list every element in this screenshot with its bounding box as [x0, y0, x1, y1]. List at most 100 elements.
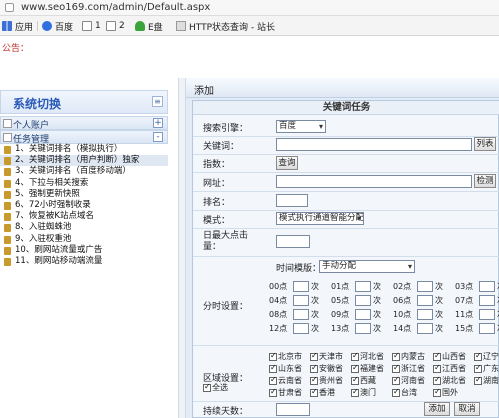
bookmark-2[interactable]: 2	[106, 19, 125, 33]
hour-label: 02点	[393, 281, 412, 291]
task-label: 2、关键词排名（用户判断）独家	[15, 155, 140, 166]
mode-label: 模式：	[203, 216, 231, 226]
region-checkbox-grid: 北京市 天津市 河北省 内蒙古 山西省 辽宁省山东省 安徽省 福建省 浙江省 江西省 广东省云南省 贵…	[269, 351, 499, 405]
submit-button[interactable]: 添加	[424, 402, 450, 416]
folder-icon	[3, 133, 12, 142]
region-checkbox[interactable]: 河南省	[392, 375, 425, 386]
region-checkbox[interactable]: 福建省	[351, 363, 384, 374]
panel-splitter[interactable]	[178, 78, 186, 418]
region-label: 天津市	[319, 352, 343, 361]
sidebar-group-tasks[interactable]: 任务管理 -	[0, 130, 168, 145]
checkbox-icon	[310, 387, 318, 397]
region-checkbox[interactable]: 山西省	[433, 351, 466, 362]
region-label: 云南省	[278, 376, 302, 385]
sidebar-item-task-7[interactable]: 7、恢复被K站点域名	[0, 211, 168, 222]
sidebar-item-task-3[interactable]: 3、关键词排名（百度移动端）	[0, 166, 168, 177]
region-checkbox[interactable]: 湖南省	[474, 375, 499, 386]
region-label: 西藏	[360, 376, 376, 385]
region-checkbox[interactable]: 辽宁省	[474, 351, 499, 362]
region-label: 河南省	[401, 376, 425, 385]
time-template-select[interactable]: 手动分配	[319, 260, 415, 273]
max-clicks-input[interactable]	[276, 235, 310, 248]
expand-icon[interactable]: +	[153, 118, 163, 128]
select-all-checkbox[interactable]: 全选	[203, 382, 228, 393]
region-checkbox[interactable]: 甘肃省	[269, 387, 302, 398]
collapse-icon[interactable]: -	[153, 132, 163, 142]
sidebar-item-task-4[interactable]: 4、下拉与相关搜索	[0, 178, 168, 189]
sidebar-group-account[interactable]: 个人账户 +	[0, 116, 168, 131]
hour-input[interactable]	[293, 308, 309, 320]
hour-input[interactable]	[355, 308, 371, 320]
hour-input[interactable]	[355, 322, 371, 334]
region-checkbox[interactable]: 香港	[310, 387, 335, 398]
time-template-label: 时间模版：	[276, 264, 322, 274]
hour-input[interactable]	[479, 308, 495, 320]
region-checkbox[interactable]: 北京市	[269, 351, 302, 362]
hour-input[interactable]	[417, 322, 433, 334]
url-text[interactable]: www.seo169.com/admin/Default.aspx	[21, 2, 210, 13]
rank-input[interactable]	[276, 194, 308, 207]
sidebar-item-task-1[interactable]: 1、关键词排名（模拟执行）	[0, 144, 168, 155]
region-checkbox[interactable]: 山东省	[269, 363, 302, 374]
region-checkbox[interactable]: 安徽省	[310, 363, 343, 374]
index-query-button[interactable]: 查询	[276, 156, 298, 170]
hour-input[interactable]	[293, 280, 309, 292]
sidebar-item-task-5[interactable]: 5、强制更新快照	[0, 189, 168, 200]
checkbox-icon	[351, 375, 359, 385]
region-checkbox[interactable]: 湖北省	[433, 375, 466, 386]
collapse-icon[interactable]: ≡	[152, 96, 163, 107]
hour-input[interactable]	[417, 308, 433, 320]
sidebar-item-task-10[interactable]: 10、刷网站流量或广告	[0, 245, 168, 256]
url-input[interactable]	[276, 175, 472, 188]
hour-input[interactable]	[293, 322, 309, 334]
region-checkbox[interactable]: 河北省	[351, 351, 384, 362]
bookmark-http-status[interactable]: HTTP状态查询 - 站长	[176, 19, 275, 33]
region-checkbox[interactable]: 澳门	[351, 387, 376, 398]
hour-input[interactable]	[417, 280, 433, 292]
max-clicks-label: 日最大点击量：	[203, 231, 249, 252]
keyword-list-button[interactable]: 列表	[474, 137, 496, 151]
sidebar-item-task-11[interactable]: 11、刷网站移动端流量	[0, 256, 168, 267]
search-engine-select[interactable]: 百度	[276, 120, 326, 133]
region-checkbox[interactable]: 西藏	[351, 375, 376, 386]
hour-cell: 07点次	[455, 294, 499, 306]
hour-input[interactable]	[479, 322, 495, 334]
region-checkbox[interactable]: 江西省	[433, 363, 466, 374]
checkbox-icon	[433, 363, 441, 373]
url-check-button[interactable]: 检测	[474, 174, 496, 188]
bookmark-e-drive[interactable]: E盘	[135, 19, 163, 33]
hour-input[interactable]	[355, 280, 371, 292]
region-checkbox[interactable]: 浙江省	[392, 363, 425, 374]
bookmark-apps[interactable]: 应用	[2, 19, 33, 33]
hour-input[interactable]	[417, 294, 433, 306]
baidu-icon	[42, 21, 52, 31]
hour-cell: 12点 次	[269, 322, 321, 334]
bookmark-baidu[interactable]: 百度	[42, 19, 73, 33]
bookmark-label: E盘	[148, 22, 163, 33]
hour-input[interactable]	[293, 294, 309, 306]
keyword-input[interactable]	[276, 138, 472, 151]
region-checkbox[interactable]: 国外	[433, 387, 458, 398]
mode-select[interactable]: 模式执行通道智能分配	[276, 212, 364, 225]
address-bar[interactable]: www.seo169.com/admin/Default.aspx	[0, 0, 499, 16]
region-checkbox[interactable]: 云南省	[269, 375, 302, 386]
task-label: 6、72小时强制收录	[15, 199, 91, 210]
hour-unit: 次	[311, 323, 319, 333]
region-checkbox[interactable]: 台湾	[392, 387, 417, 398]
hour-input[interactable]	[355, 294, 371, 306]
region-checkbox[interactable]: 贵州省	[310, 375, 343, 386]
region-checkbox[interactable]: 天津市	[310, 351, 343, 362]
sidebar-item-task-2[interactable]: 2、关键词排名（用户判断）独家	[0, 155, 168, 167]
sidebar-item-task-8[interactable]: 8、入驻蜘蛛池	[0, 222, 168, 233]
hour-input[interactable]	[479, 280, 495, 292]
region-checkbox[interactable]: 广东省	[474, 363, 499, 374]
sidebar-item-task-9[interactable]: 9、入驻权重池	[0, 234, 168, 245]
region-checkbox[interactable]: 内蒙古	[392, 351, 425, 362]
hour-input[interactable]	[479, 294, 495, 306]
sidebar-item-task-6[interactable]: 6、72小时强制收录	[0, 200, 168, 211]
sidebar-title: 系统切换	[13, 97, 62, 111]
duration-input[interactable]	[276, 403, 310, 416]
bookmark-1[interactable]: 1	[82, 19, 101, 33]
hour-label: 12点	[269, 323, 288, 333]
cancel-button[interactable]: 取消	[454, 402, 480, 416]
